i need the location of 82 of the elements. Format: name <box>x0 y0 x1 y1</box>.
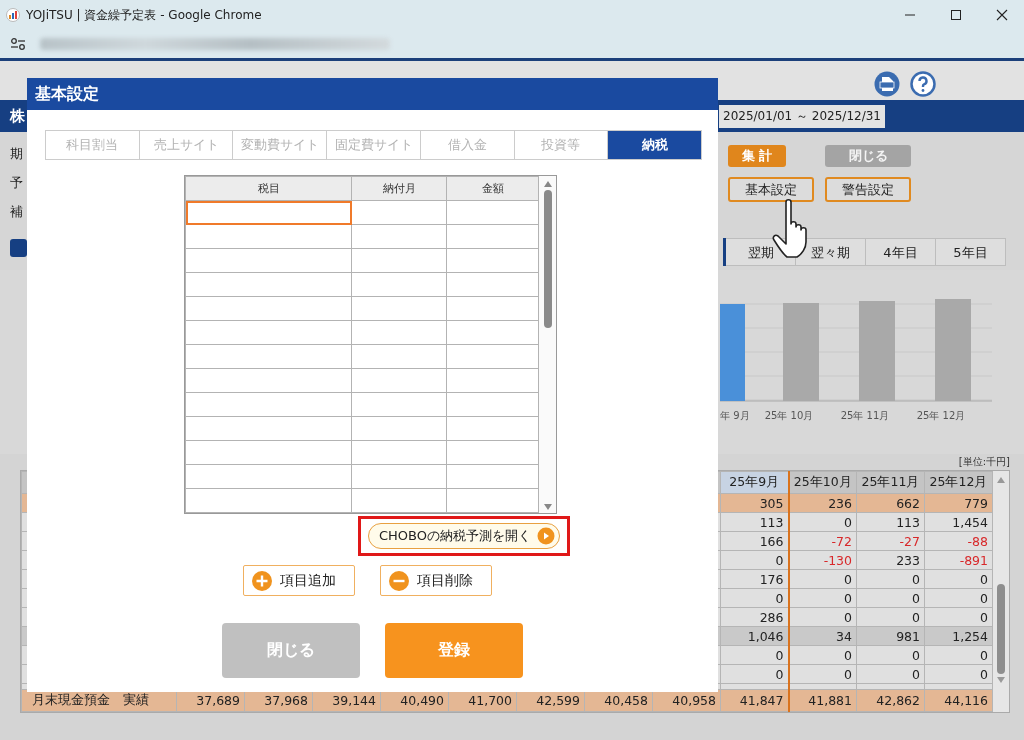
input-cell[interactable] <box>446 248 539 273</box>
input-cell[interactable] <box>185 392 352 417</box>
dialog-title: 基本設定 <box>27 78 718 110</box>
scroll-up-icon[interactable] <box>542 180 553 188</box>
delete-item-button[interactable]: 項目削除 <box>380 565 492 596</box>
column-header: 25年11月 <box>856 471 925 494</box>
input-cell[interactable] <box>351 488 447 513</box>
chobo-link-button[interactable]: CHOBOの納税予測を開く <box>368 523 560 549</box>
input-cell[interactable] <box>351 200 447 225</box>
play-circle-icon <box>537 527 555 545</box>
settings-button[interactable]: 警告設定 <box>825 177 911 202</box>
input-cell[interactable] <box>351 368 447 393</box>
input-cell[interactable] <box>185 464 352 489</box>
field-label: 期 <box>10 145 23 162</box>
input-cell[interactable] <box>351 464 447 489</box>
input-cell[interactable] <box>446 488 539 513</box>
input-cell[interactable] <box>351 344 447 369</box>
minus-circle-icon <box>389 570 409 591</box>
input-cell[interactable] <box>351 224 447 249</box>
input-cell[interactable] <box>446 392 539 417</box>
input-cell[interactable] <box>351 416 447 441</box>
input-cell[interactable] <box>185 296 352 321</box>
scrollbar[interactable] <box>993 471 1009 712</box>
input-cell[interactable] <box>185 248 352 273</box>
input-cell[interactable] <box>351 392 447 417</box>
input-cell[interactable] <box>446 464 539 489</box>
input-cell[interactable] <box>446 344 539 369</box>
period-tab[interactable]: 5年目 <box>936 238 1006 266</box>
input-cell[interactable] <box>446 440 539 465</box>
scroll-up-icon[interactable] <box>996 476 1006 484</box>
input-cell[interactable] <box>185 440 352 465</box>
input-cell[interactable] <box>351 320 447 345</box>
input-cell[interactable] <box>446 272 539 297</box>
maximize-icon[interactable] <box>950 9 962 21</box>
help-icon[interactable] <box>910 71 936 97</box>
input-cell[interactable] <box>185 224 352 249</box>
input-cell[interactable] <box>351 440 447 465</box>
field-label: 補 <box>10 203 23 220</box>
app-chart-icon <box>6 8 20 22</box>
close-icon[interactable] <box>996 9 1008 21</box>
add-item-button[interactable]: 項目追加 <box>243 565 355 596</box>
column-header: 25年12月 <box>924 471 993 494</box>
axis-label: 25年 12月 <box>915 409 967 423</box>
window-title: YOJiTSU | 資金繰予定表 - Google Chrome <box>26 6 262 24</box>
scroll-down-icon[interactable] <box>996 676 1006 684</box>
input-cell[interactable] <box>185 368 352 393</box>
scroll-thumb[interactable] <box>543 190 552 328</box>
column-header: 金額 <box>446 176 539 201</box>
period-tab[interactable]: 4年目 <box>866 238 936 266</box>
input-cell[interactable] <box>446 200 539 225</box>
company-name: 株 <box>10 106 25 126</box>
axis-label: 25年 10月 <box>763 409 815 423</box>
input-cell[interactable] <box>446 224 539 249</box>
input-cell[interactable] <box>185 488 352 513</box>
scroll-down-icon[interactable] <box>542 503 553 511</box>
date-range-field[interactable]: 2025/01/01 ～ 2025/12/31 <box>719 104 885 128</box>
input-cell[interactable] <box>446 320 539 345</box>
input-cell[interactable] <box>185 272 352 297</box>
mode-tab[interactable] <box>10 239 27 257</box>
input-cell[interactable] <box>446 368 539 393</box>
input-cell[interactable] <box>446 296 539 321</box>
column-header: 税目 <box>185 176 352 201</box>
input-cell[interactable] <box>185 344 352 369</box>
settings-button[interactable]: 基本設定 <box>728 177 814 202</box>
settings-tab[interactable]: 納税 <box>608 131 702 159</box>
column-header: 納付月 <box>351 176 447 201</box>
field-label: 予 <box>10 174 23 191</box>
axis-label: 25年 11月 <box>839 409 891 423</box>
site-settings-icon[interactable] <box>10 37 26 51</box>
scrollbar[interactable] <box>539 176 556 513</box>
scroll-thumb[interactable] <box>997 584 1005 674</box>
plus-circle-icon <box>252 570 272 591</box>
column-header: 25年9月 <box>720 471 789 494</box>
input-cell[interactable] <box>446 416 539 441</box>
input-cell[interactable] <box>351 296 447 321</box>
input-cell[interactable] <box>185 416 352 441</box>
column-header: 25年10月 <box>788 471 857 494</box>
input-cell[interactable] <box>351 272 447 297</box>
address-field[interactable] <box>40 38 390 50</box>
input-cell[interactable] <box>185 320 352 345</box>
input-cell[interactable] <box>185 200 352 225</box>
input-cell[interactable] <box>351 248 447 273</box>
